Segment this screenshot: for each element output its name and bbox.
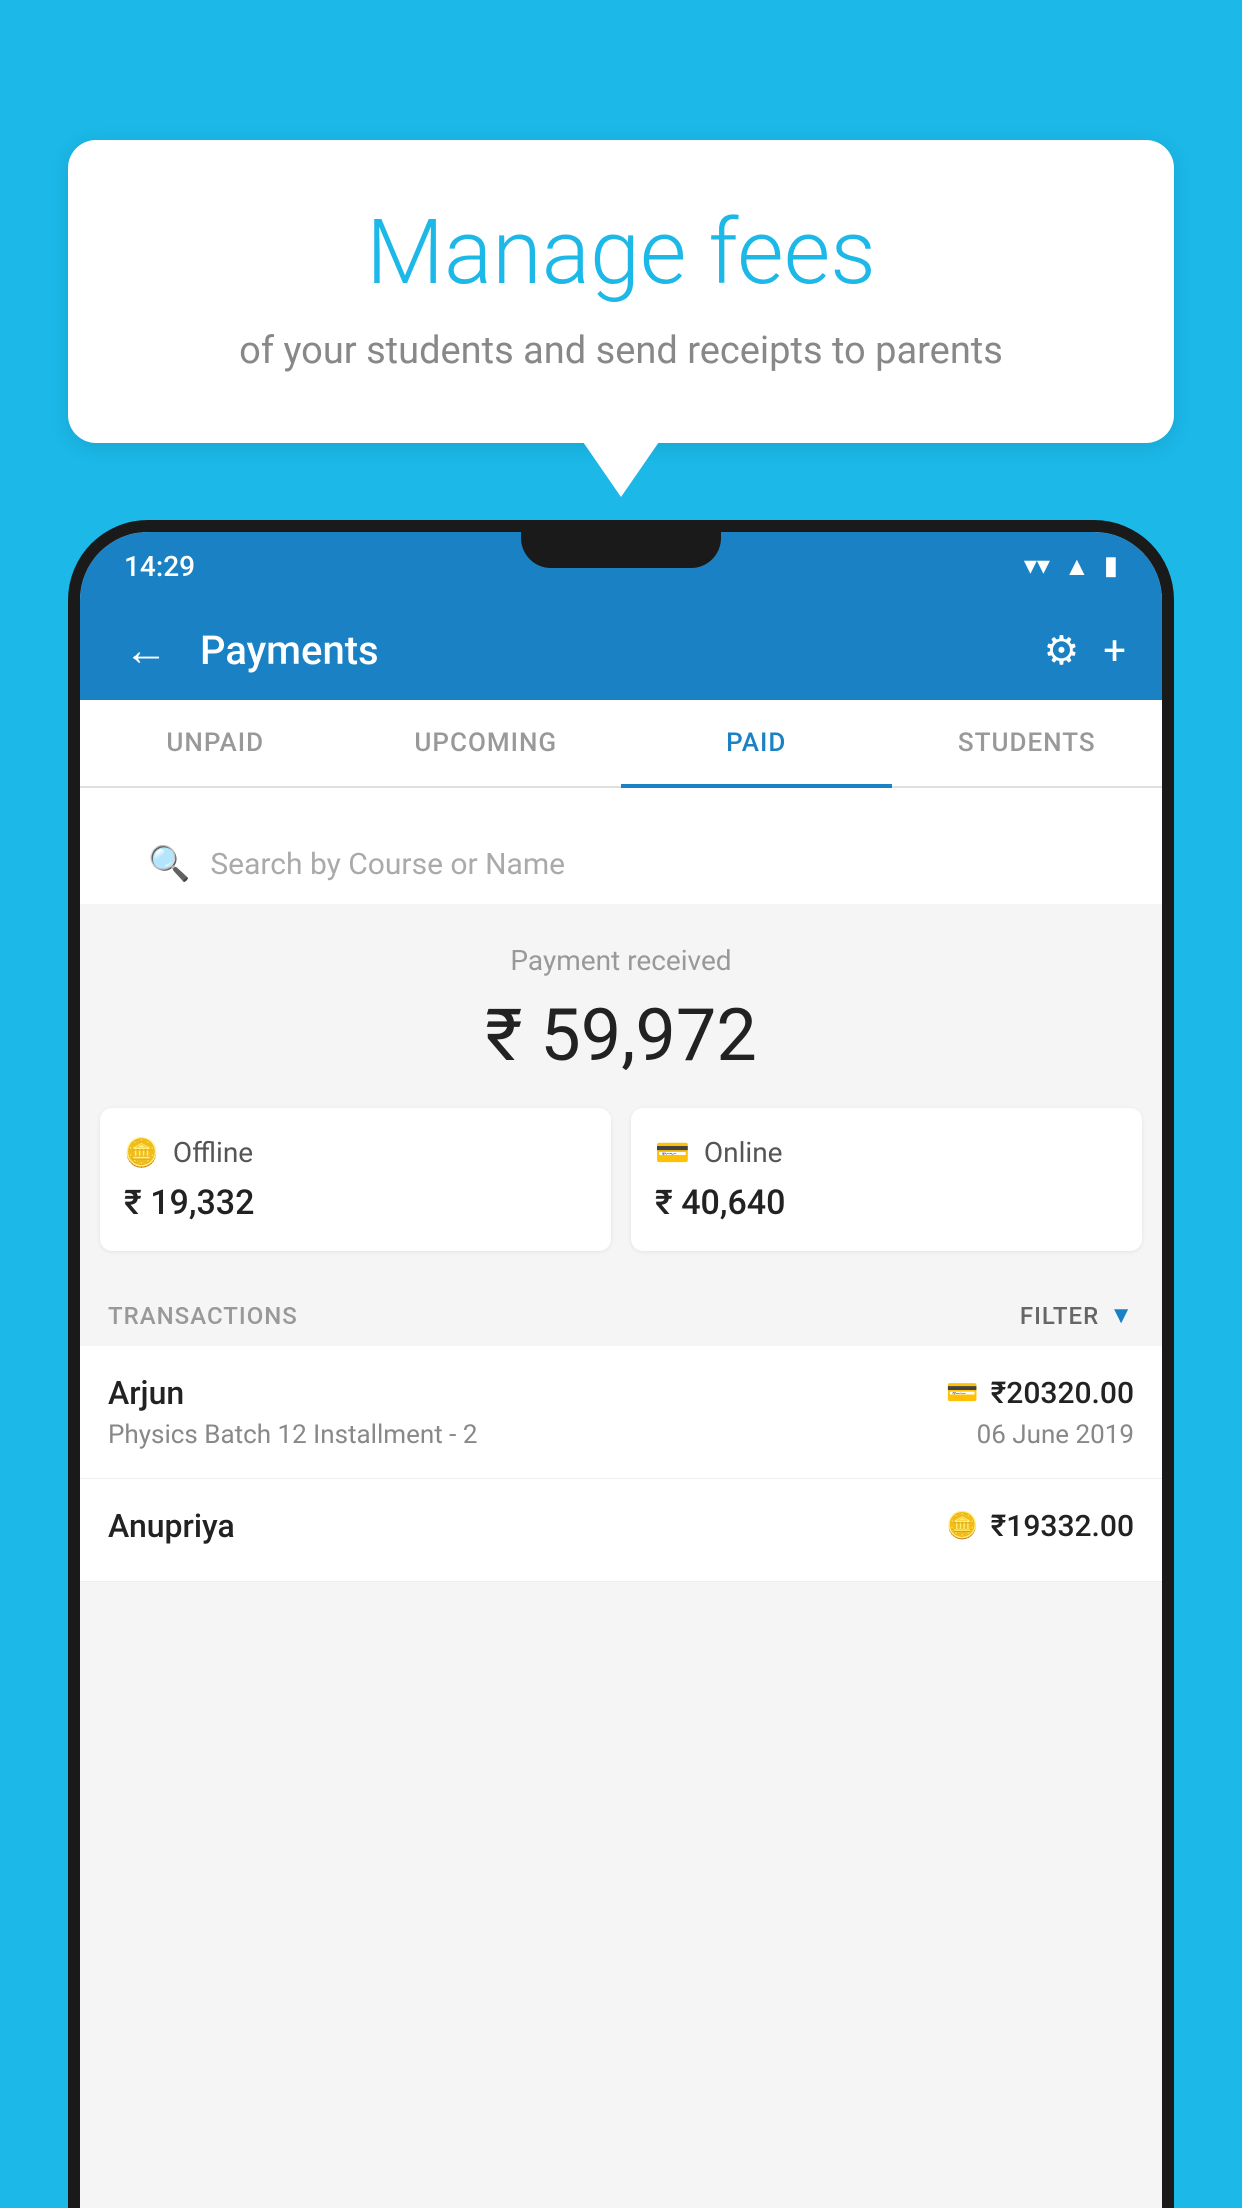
- transaction-name: Arjun: [108, 1374, 184, 1412]
- transaction-name-2: Anupriya: [108, 1507, 235, 1545]
- bubble-title: Manage fees: [148, 200, 1094, 305]
- battery-icon: ▮: [1104, 551, 1118, 581]
- offline-payment-icon-2: 🪙: [946, 1511, 978, 1541]
- status-time: 14:29: [124, 550, 195, 583]
- transaction-amount-row: 💳 ₹20320.00: [946, 1376, 1134, 1411]
- bubble-subtitle: of your students and send receipts to pa…: [148, 329, 1094, 373]
- app-bar: ← Payments ⚙ +: [80, 600, 1162, 700]
- online-amount: ₹ 40,640: [655, 1183, 1118, 1223]
- search-icon: 🔍: [148, 844, 190, 884]
- transaction-amount: ₹20320.00: [991, 1376, 1134, 1411]
- transaction-amount-row-2: 🪙 ₹19332.00: [946, 1509, 1134, 1544]
- online-card-header: 💳 Online: [655, 1136, 1118, 1169]
- offline-label: Offline: [173, 1136, 253, 1169]
- transaction-main-row: Arjun 💳 ₹20320.00: [108, 1374, 1134, 1412]
- card-payment-icon: 💳: [946, 1378, 978, 1408]
- status-icons: ▾▾ ▲ ▮: [1024, 551, 1118, 582]
- offline-card: 🪙 Offline ₹ 19,332: [100, 1108, 611, 1251]
- transaction-amount-2: ₹19332.00: [991, 1509, 1134, 1544]
- search-bar[interactable]: 🔍 Search by Course or Name: [120, 824, 1122, 904]
- payment-total-amount: ₹ 59,972: [100, 993, 1142, 1078]
- transactions-label: TRANSACTIONS: [108, 1302, 298, 1330]
- filter-icon: ▼: [1109, 1301, 1134, 1330]
- payment-cards: 🪙 Offline ₹ 19,332 💳 Online ₹ 40,640: [80, 1108, 1162, 1281]
- settings-button[interactable]: ⚙: [1043, 627, 1079, 674]
- tab-students[interactable]: STUDENTS: [892, 700, 1163, 786]
- tabs-bar: UNPAID UPCOMING PAID STUDENTS: [80, 700, 1162, 788]
- speech-bubble: Manage fees of your students and send re…: [68, 140, 1174, 443]
- phone-frame: 14:29 ▾▾ ▲ ▮ ← Payments ⚙ + UNPAID UPCOM…: [68, 520, 1174, 2208]
- tab-paid[interactable]: PAID: [621, 700, 892, 786]
- filter-label: FILTER: [1020, 1302, 1099, 1330]
- status-bar: 14:29 ▾▾ ▲ ▮: [80, 532, 1162, 600]
- transaction-course: Physics Batch 12 Installment - 2: [108, 1420, 477, 1450]
- add-button[interactable]: +: [1103, 627, 1126, 674]
- screen-content: 🔍 Search by Course or Name Payment recei…: [80, 788, 1162, 2208]
- tab-unpaid[interactable]: UNPAID: [80, 700, 351, 786]
- payment-summary: Payment received ₹ 59,972: [80, 904, 1162, 1108]
- transaction-main-row-2: Anupriya 🪙 ₹19332.00: [108, 1507, 1134, 1545]
- back-button[interactable]: ←: [116, 616, 176, 684]
- payment-received-label: Payment received: [100, 944, 1142, 977]
- speech-bubble-container: Manage fees of your students and send re…: [68, 140, 1174, 443]
- phone-screen: 14:29 ▾▾ ▲ ▮ ← Payments ⚙ + UNPAID UPCOM…: [80, 532, 1162, 2208]
- filter-button[interactable]: FILTER ▼: [1020, 1301, 1134, 1330]
- offline-payment-icon: 🪙: [124, 1136, 159, 1169]
- app-title: Payments: [200, 627, 1019, 674]
- transaction-row[interactable]: Arjun 💳 ₹20320.00 Physics Batch 12 Insta…: [80, 1346, 1162, 1479]
- transaction-row[interactable]: Anupriya 🪙 ₹19332.00: [80, 1479, 1162, 1582]
- online-payment-icon: 💳: [655, 1136, 690, 1169]
- transactions-header: TRANSACTIONS FILTER ▼: [80, 1281, 1162, 1346]
- wifi-icon: ▾▾: [1024, 551, 1050, 581]
- app-bar-actions: ⚙ +: [1043, 627, 1126, 674]
- signal-icon: ▲: [1064, 551, 1090, 582]
- tab-upcoming[interactable]: UPCOMING: [351, 700, 622, 786]
- offline-amount: ₹ 19,332: [124, 1183, 587, 1223]
- offline-card-header: 🪙 Offline: [124, 1136, 587, 1169]
- search-placeholder: Search by Course or Name: [210, 847, 565, 882]
- online-card: 💳 Online ₹ 40,640: [631, 1108, 1142, 1251]
- transaction-sub-row: Physics Batch 12 Installment - 2 06 June…: [108, 1420, 1134, 1450]
- online-label: Online: [704, 1136, 783, 1169]
- transaction-date: 06 June 2019: [977, 1420, 1134, 1450]
